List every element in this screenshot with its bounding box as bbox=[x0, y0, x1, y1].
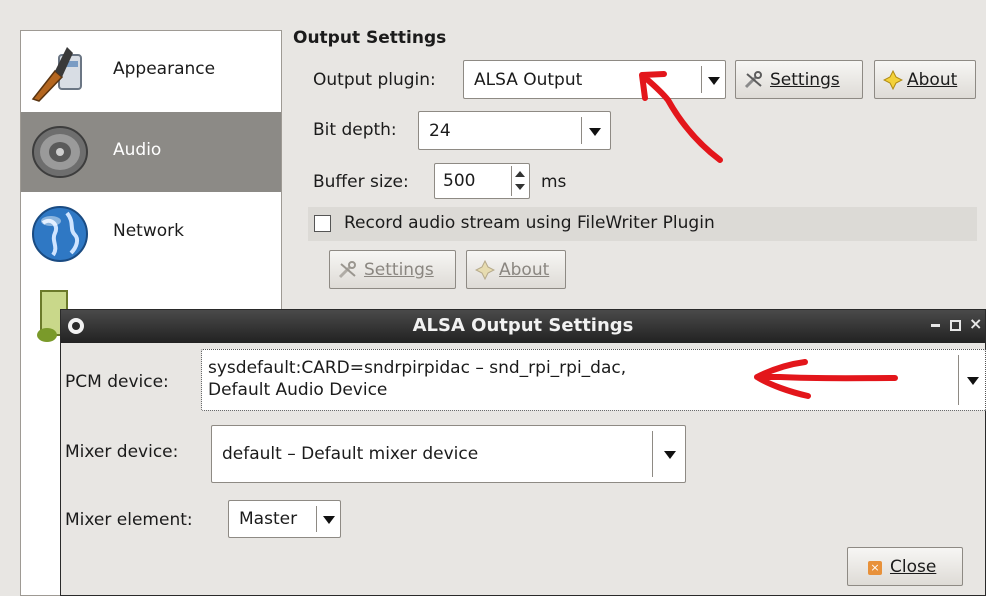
red-arrow-to-output-plugin bbox=[639, 71, 723, 163]
red-arrow-to-pcm-device bbox=[754, 359, 898, 399]
red-annotation-arrows bbox=[639, 71, 898, 399]
